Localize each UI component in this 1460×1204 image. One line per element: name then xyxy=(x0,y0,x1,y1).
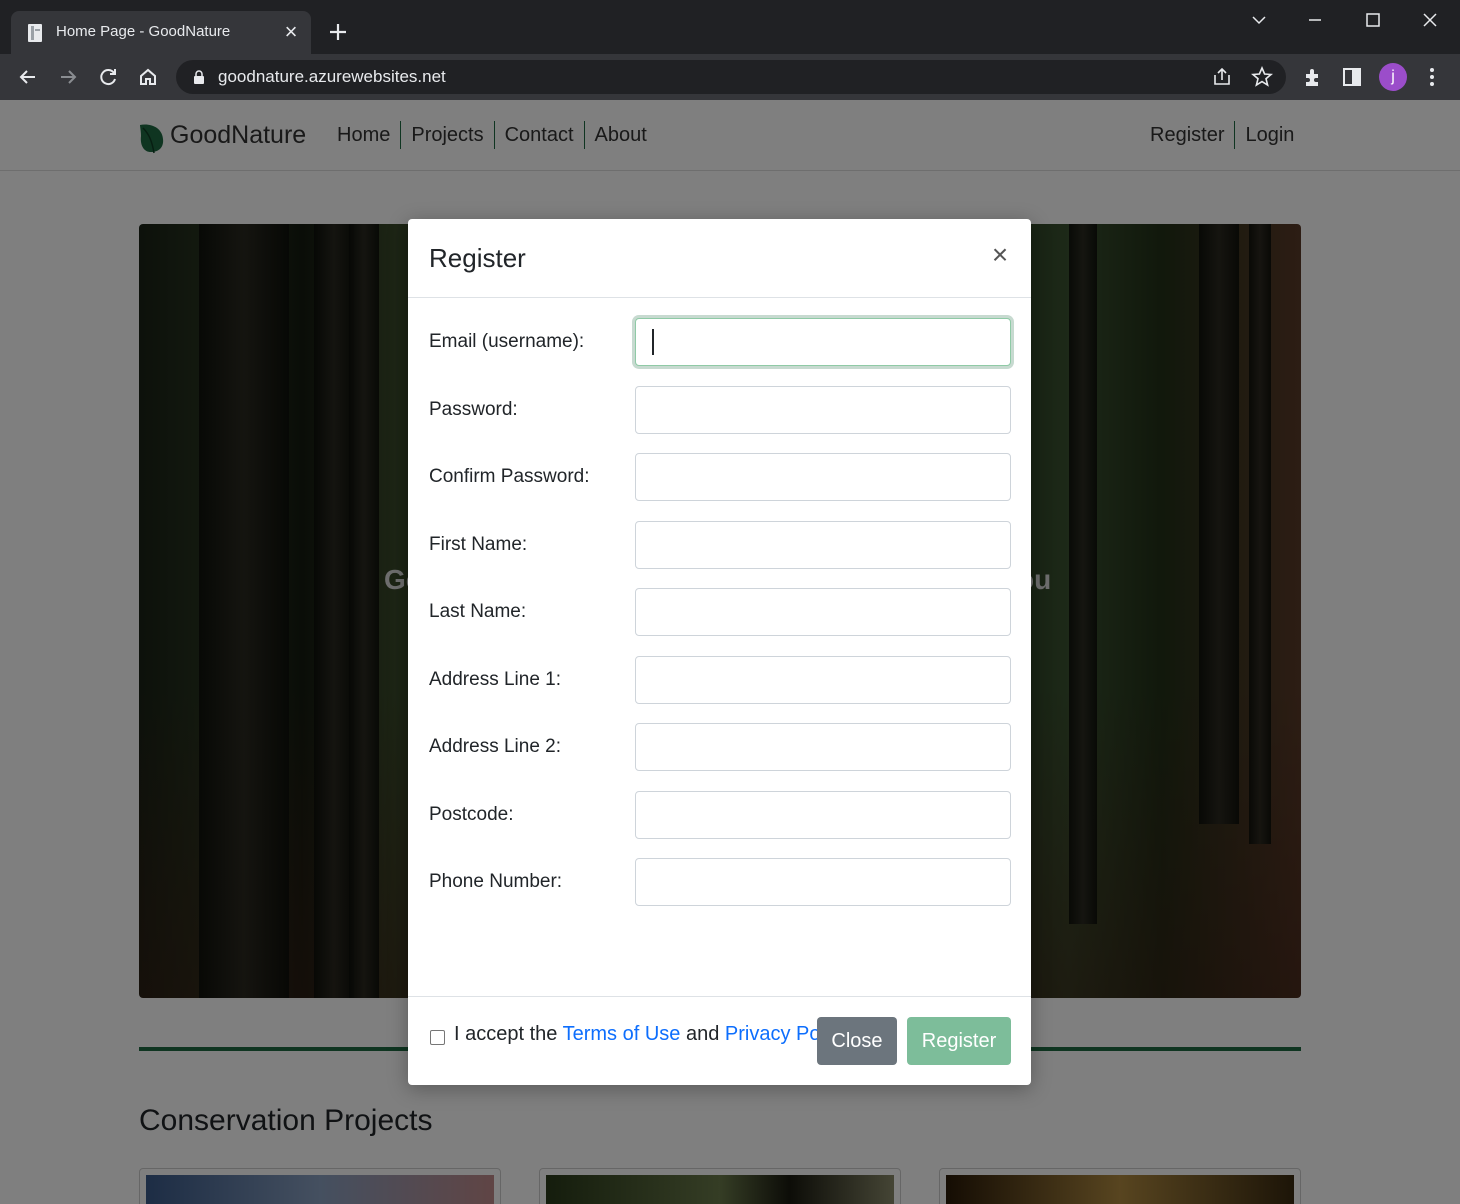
home-icon[interactable] xyxy=(137,66,159,88)
minimize-icon[interactable] xyxy=(1299,8,1331,32)
form-row-phone: Phone Number: xyxy=(429,858,1011,906)
new-tab-icon[interactable] xyxy=(326,20,350,44)
modal-footer: Close Register xyxy=(408,996,1031,1085)
address-line-2-field[interactable] xyxy=(635,723,1011,771)
last-name-label: Last Name: xyxy=(429,601,527,622)
modal-close-icon[interactable]: × xyxy=(988,241,1012,269)
modal-header: Register × xyxy=(408,219,1031,298)
address-line-1-label: Address Line 1: xyxy=(429,669,562,690)
extensions-icon[interactable] xyxy=(1302,66,1324,88)
reload-icon[interactable] xyxy=(97,66,119,88)
form-row-address-2: Address Line 2: xyxy=(429,723,1011,771)
phone-number-label: Phone Number: xyxy=(429,871,563,892)
postcode-field[interactable] xyxy=(635,791,1011,839)
tab-search-icon[interactable] xyxy=(1243,8,1275,32)
form-row-confirm-password: Confirm Password: xyxy=(429,453,1011,501)
modal-title: Register xyxy=(429,243,526,273)
postcode-label: Postcode: xyxy=(429,804,514,825)
profile-avatar[interactable]: j xyxy=(1379,63,1407,91)
confirm-password-label: Confirm Password: xyxy=(429,466,590,487)
form-row-first-name: First Name: xyxy=(429,521,1011,569)
back-icon[interactable] xyxy=(17,66,39,88)
password-field[interactable] xyxy=(635,386,1011,434)
form-row-email: Email (username): xyxy=(429,318,1011,366)
tab-close-icon[interactable]: × xyxy=(281,21,301,43)
browser-tabbar: Home Page - GoodNature × xyxy=(0,0,1460,54)
form-row-last-name: Last Name: xyxy=(429,588,1011,636)
form-row-postcode: Postcode: xyxy=(429,791,1011,839)
password-label: Password: xyxy=(429,399,518,420)
address-bar[interactable]: goodnature.azurewebsites.net xyxy=(176,60,1286,94)
confirm-password-field[interactable] xyxy=(635,453,1011,501)
url-text: goodnature.azurewebsites.net xyxy=(218,67,446,86)
lock-icon xyxy=(194,70,204,84)
browser-tab[interactable]: Home Page - GoodNature × xyxy=(11,11,311,54)
phone-number-field[interactable] xyxy=(635,858,1011,906)
page-favicon-icon xyxy=(28,24,42,42)
browser-toolbar: goodnature.azurewebsites.net j xyxy=(0,54,1460,100)
text-caret xyxy=(652,329,654,355)
maximize-icon[interactable] xyxy=(1357,8,1389,32)
address-line-2-label: Address Line 2: xyxy=(429,736,562,757)
first-name-label: First Name: xyxy=(429,534,528,555)
close-button[interactable]: Close xyxy=(817,1017,897,1065)
tab-title: Home Page - GoodNature xyxy=(56,23,231,40)
form-row-address-1: Address Line 1: xyxy=(429,656,1011,704)
form-row-password: Password: xyxy=(429,386,1011,434)
window-close-icon[interactable] xyxy=(1414,8,1446,32)
address-line-1-field[interactable] xyxy=(635,656,1011,704)
last-name-field[interactable] xyxy=(635,588,1011,636)
email-field[interactable] xyxy=(635,318,1011,366)
forward-icon[interactable] xyxy=(57,66,79,88)
register-modal: Register × Email (username): Password: C… xyxy=(408,219,1031,1085)
first-name-field[interactable] xyxy=(635,521,1011,569)
register-button[interactable]: Register xyxy=(907,1017,1011,1065)
side-panel-icon[interactable] xyxy=(1341,66,1363,88)
share-icon[interactable] xyxy=(1211,66,1233,88)
bookmark-star-icon[interactable] xyxy=(1251,66,1273,88)
email-label: Email (username): xyxy=(429,331,585,352)
more-menu-icon[interactable] xyxy=(1421,66,1443,88)
page-content: GoodNature Home Projects Contact About R… xyxy=(0,100,1460,1204)
